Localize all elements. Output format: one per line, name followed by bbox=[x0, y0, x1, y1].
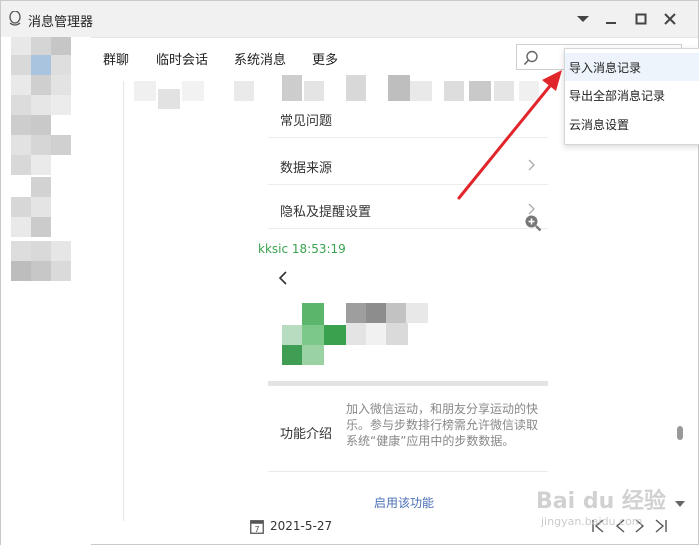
message-manager-window: 消息管理器 群聊 临时会话 系统消息 更多 常见问题 数据来源 隐私及提醒设置 … bbox=[0, 0, 699, 545]
red-annotation-arrow bbox=[457, 70, 562, 200]
